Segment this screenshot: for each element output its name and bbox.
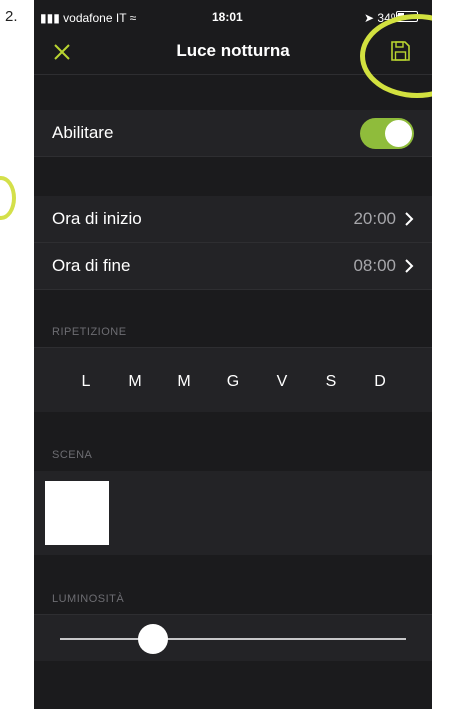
chevron-right-icon: [405, 212, 414, 226]
day-sunday[interactable]: D: [367, 373, 393, 391]
day-wednesday[interactable]: M: [171, 373, 197, 391]
end-time-value: 08:00: [353, 256, 396, 275]
page-title: Luce notturna: [176, 41, 290, 60]
start-time-row[interactable]: Ora di inizio 20:00: [34, 196, 432, 243]
battery-icon: [396, 11, 420, 22]
day-tuesday[interactable]: M: [122, 373, 148, 391]
step-number-label: 2.: [5, 8, 18, 25]
brightness-thumb[interactable]: [138, 624, 169, 654]
scene-swatch[interactable]: [45, 481, 109, 545]
phone-screen: ▮▮▮ vodafone IT ≈ 18:01 ➤ 34% Luce nottu…: [34, 0, 432, 709]
brightness-header: LUMINOSITÀ: [52, 593, 125, 605]
brightness-track[interactable]: [60, 638, 406, 640]
day-saturday[interactable]: S: [318, 373, 344, 391]
floppy-disk-icon[interactable]: [388, 39, 412, 63]
wifi-icon: ≈: [129, 11, 137, 25]
day-thursday[interactable]: G: [220, 373, 246, 391]
start-time-label: Ora di inizio: [52, 209, 142, 228]
status-bar: ▮▮▮ vodafone IT ≈ 18:01 ➤ 34%: [34, 0, 432, 30]
scene-header: SCENA: [52, 449, 93, 461]
end-time-row[interactable]: Ora di fine 08:00: [34, 243, 432, 290]
carrier-label: ▮▮▮ vodafone IT ≈: [40, 11, 136, 25]
day-friday[interactable]: V: [269, 373, 295, 391]
repetition-header: RIPETIZIONE: [52, 326, 127, 338]
end-time-label: Ora di fine: [52, 256, 131, 275]
carrier-name: vodafone IT: [63, 11, 127, 25]
location-arrow-icon: ➤: [364, 11, 375, 25]
highlight-mark: [0, 176, 16, 220]
chevron-right-icon: [405, 259, 414, 273]
enable-row: Abilitare: [34, 110, 432, 157]
toggle-knob: [385, 120, 412, 147]
day-monday[interactable]: L: [73, 373, 99, 391]
enable-toggle[interactable]: [360, 118, 414, 149]
signal-icon: ▮▮▮: [40, 11, 60, 25]
navigation-bar: Luce notturna: [34, 30, 432, 75]
start-time-value: 20:00: [353, 209, 396, 228]
enable-label: Abilitare: [52, 123, 114, 142]
brightness-row: [34, 614, 432, 661]
status-time: 18:01: [212, 10, 243, 24]
scene-row: [34, 471, 432, 555]
weekday-selector: L M M G V S D: [34, 347, 432, 412]
